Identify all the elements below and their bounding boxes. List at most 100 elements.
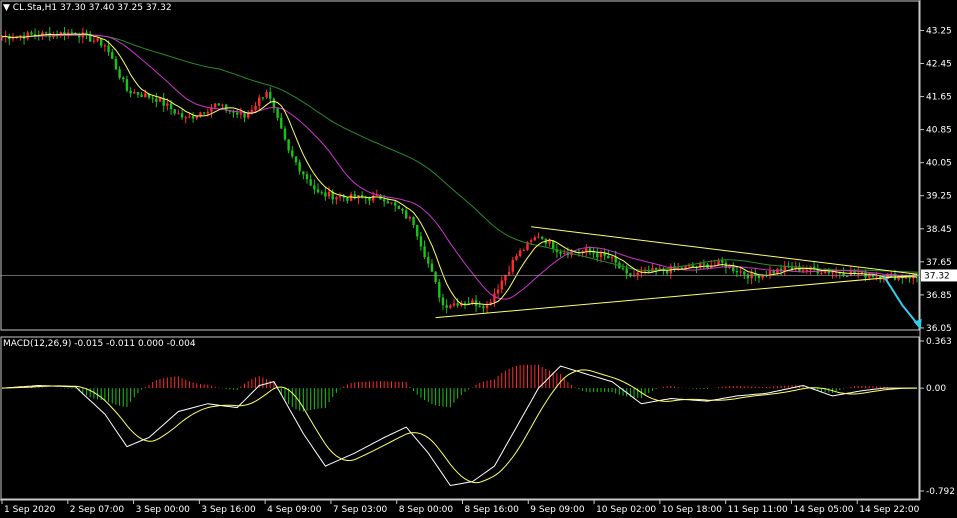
candle-body: [559, 251, 562, 254]
time-tick-label: 11 Sep 11:00: [728, 505, 788, 515]
candle-body: [188, 116, 191, 118]
chart-canvas[interactable]: 43.25 42.45 41.65 40.85 40.05 39.25 38.45 37.65…: [0, 0, 957, 518]
candle-body: [206, 111, 209, 114]
candle-body: [904, 277, 908, 279]
candle-body: [412, 217, 415, 226]
candle-body: [202, 112, 206, 114]
candle-body: [140, 94, 143, 98]
candle-body: [434, 271, 437, 283]
candle-body: [180, 113, 184, 118]
candle-body: [471, 300, 474, 304]
time-tick-label: 2 Sep 07:00: [70, 505, 125, 515]
price-tick-label: 36.85: [926, 291, 952, 301]
candle-body: [739, 271, 742, 273]
candle-body: [908, 277, 911, 279]
time-tick-label: 3 Sep 00:00: [136, 505, 191, 515]
candle-body: [390, 202, 393, 204]
price-tick-label: 43.25: [926, 26, 952, 36]
candle-body: [324, 192, 327, 197]
candle-body: [438, 282, 441, 298]
time-tick-label: 9 Sep 09:00: [530, 505, 585, 515]
candle-body: [456, 303, 459, 306]
candle-body: [496, 289, 500, 294]
candle-body: [625, 268, 628, 274]
candle-body: [129, 90, 132, 94]
candle-body: [269, 92, 272, 99]
candle-body: [261, 97, 265, 99]
candle-body: [845, 276, 849, 278]
candle-body: [636, 272, 639, 275]
candle-body: [665, 270, 669, 274]
candle-body: [239, 113, 243, 115]
candle-body: [790, 267, 794, 270]
candle-body: [735, 271, 739, 273]
candle-body: [335, 197, 338, 200]
candle-body: [166, 103, 169, 106]
ma-mid-line: [1, 34, 917, 300]
candle-body: [254, 105, 257, 111]
candle-body: [235, 112, 239, 115]
time-tick-label: 7 Sep 03:00: [333, 505, 388, 515]
candle-body: [537, 236, 540, 238]
candle-body: [419, 236, 423, 247]
candle-body: [449, 305, 452, 308]
candle-body: [199, 112, 202, 116]
candle-body: [801, 270, 805, 272]
macd-tick-label: 0.363: [926, 337, 952, 347]
macd-signal-line: [1, 369, 917, 484]
candle-body: [48, 33, 51, 38]
candle-body: [621, 268, 625, 270]
candle-body: [629, 273, 632, 277]
candle-body: [717, 260, 720, 265]
price-panel-frame: [0, 0, 920, 331]
candle-body: [563, 252, 566, 254]
candle-body: [158, 98, 162, 102]
candle-body: [327, 191, 331, 197]
time-tick-label: 1 Sep 2020: [4, 505, 56, 515]
time-tick-label: 8 Sep 00:00: [399, 505, 454, 515]
price-tick-label: 40.85: [926, 126, 952, 136]
candle-body: [382, 199, 386, 202]
candle-body: [386, 201, 390, 204]
candle-body: [320, 192, 323, 194]
candle-body: [118, 69, 121, 78]
candle-body: [122, 77, 125, 80]
chart-window: ▼ CL.Sta,H1 37.30 37.40 37.25 37.32 MACD…: [0, 0, 957, 518]
candle-body: [276, 108, 279, 118]
time-tick-label: 3 Sep 16:00: [201, 505, 256, 515]
candle-body: [11, 37, 15, 40]
candle-body: [177, 113, 180, 115]
candle-body: [184, 117, 187, 119]
macd-line: [1, 365, 917, 487]
candle-body: [408, 217, 412, 219]
time-tick-label: 14 Sep 22:00: [859, 505, 919, 515]
candle-body: [44, 32, 48, 34]
time-tick-label: 4 Sep 09:00: [267, 505, 322, 515]
candle-body: [283, 128, 287, 140]
candle-body: [302, 171, 305, 175]
candle-body: [397, 205, 401, 209]
candle-body: [217, 103, 221, 106]
candle-body: [247, 113, 250, 118]
candle-body: [746, 274, 750, 279]
candle-body: [585, 248, 588, 252]
candle-body: [452, 303, 456, 306]
candle-body: [721, 260, 724, 263]
triangle-lower-line: [435, 274, 918, 319]
candle-body: [540, 236, 544, 239]
candle-body: [445, 305, 448, 308]
price-tick-label: 37.65: [926, 258, 952, 268]
candle-body: [515, 255, 518, 260]
candle-body: [305, 174, 309, 180]
candle-body: [757, 275, 761, 279]
candle-body: [221, 104, 224, 106]
macd-tick-label: 0.00: [926, 384, 946, 394]
candle-body: [92, 40, 96, 42]
candle-body: [405, 210, 408, 219]
candle-body: [173, 109, 176, 114]
ma-slow-line: [1, 34, 918, 273]
candle-body: [533, 237, 537, 241]
candle-body: [607, 255, 610, 259]
candle-body: [96, 38, 99, 41]
candle-body: [596, 253, 599, 258]
